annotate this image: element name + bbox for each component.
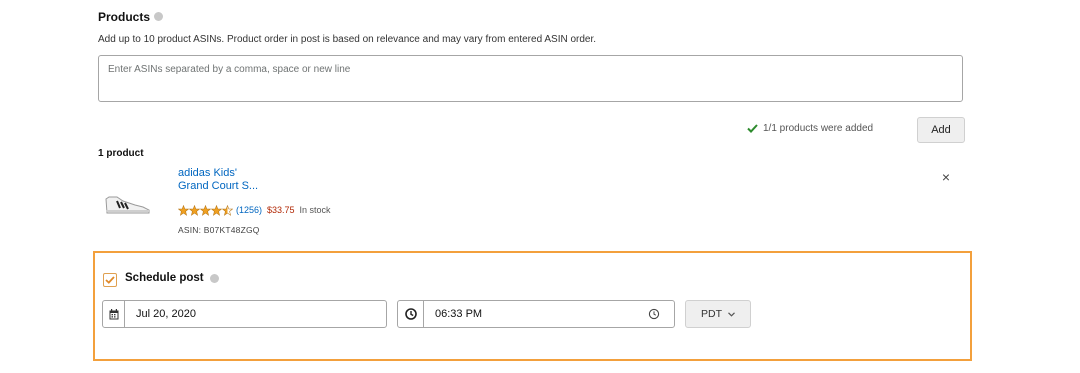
checkmark-icon: [105, 276, 115, 284]
time-value: 06:33 PM: [435, 308, 483, 320]
star-icon: [189, 204, 200, 216]
date-picker[interactable]: Jul 20, 2020: [102, 300, 387, 328]
schedule-post-checkbox[interactable]: [103, 273, 117, 287]
product-title-line1[interactable]: adidas Kids': [178, 167, 298, 180]
products-heading: Products: [98, 10, 164, 24]
schedule-post-label-row: Schedule post: [125, 272, 219, 284]
clock-icon[interactable]: [648, 308, 660, 320]
asin-input[interactable]: [98, 55, 963, 102]
info-icon[interactable]: [209, 273, 219, 283]
add-button[interactable]: Add: [917, 117, 965, 143]
check-icon: [747, 124, 758, 133]
stock-status: In stock: [299, 205, 331, 215]
time-picker[interactable]: 06:33 PM: [397, 300, 675, 328]
product-title-line2[interactable]: Grand Court S...: [178, 180, 298, 193]
remove-product-button[interactable]: ×: [936, 168, 956, 186]
star-icon: [211, 204, 222, 216]
timezone-value: PDT: [701, 308, 722, 320]
clock-icon[interactable]: [398, 301, 424, 327]
schedule-post-label[interactable]: Schedule post: [125, 272, 204, 284]
added-status: 1/1 products were added: [747, 123, 873, 134]
calendar-icon[interactable]: [103, 301, 125, 327]
product-count: 1 product: [98, 148, 144, 159]
info-icon[interactable]: [154, 12, 164, 21]
product-meta: (1256) $33.75 In stock: [178, 203, 331, 217]
sneaker-icon: [105, 196, 150, 214]
products-title: Products: [98, 10, 151, 24]
star-rating: [178, 204, 233, 216]
products-help-text: Add up to 10 product ASINs. Product orde…: [98, 34, 597, 45]
half-star-icon: [222, 204, 233, 216]
product-price: $33.75: [267, 205, 295, 215]
product-title-link[interactable]: adidas Kids' Grand Court S...: [178, 167, 298, 193]
timezone-select[interactable]: PDT: [685, 300, 751, 328]
added-status-text: 1/1 products were added: [763, 123, 874, 134]
star-icon: [178, 204, 189, 216]
product-asin: ASIN: B07KT48ZGQ: [178, 225, 260, 235]
star-icon: [200, 204, 211, 216]
review-count[interactable]: (1256): [236, 205, 262, 215]
date-value: Jul 20, 2020: [136, 308, 196, 320]
chevron-down-icon: [728, 311, 735, 317]
